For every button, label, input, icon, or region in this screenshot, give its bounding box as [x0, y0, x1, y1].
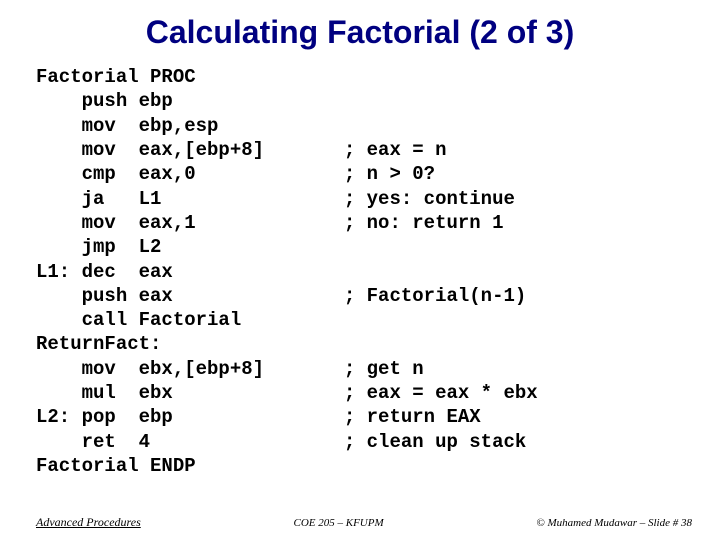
footer-center: COE 205 – KFUPM — [293, 517, 383, 529]
footer: Advanced Procedures COE 205 – KFUPM © Mu… — [0, 515, 720, 530]
slide-title: Calculating Factorial (2 of 3) — [0, 0, 720, 61]
footer-left: Advanced Procedures — [36, 515, 141, 530]
footer-right: © Muhamed Mudawar – Slide # 38 — [536, 517, 692, 529]
code-block: Factorial PROC push ebp mov ebp,esp mov … — [0, 61, 720, 478]
